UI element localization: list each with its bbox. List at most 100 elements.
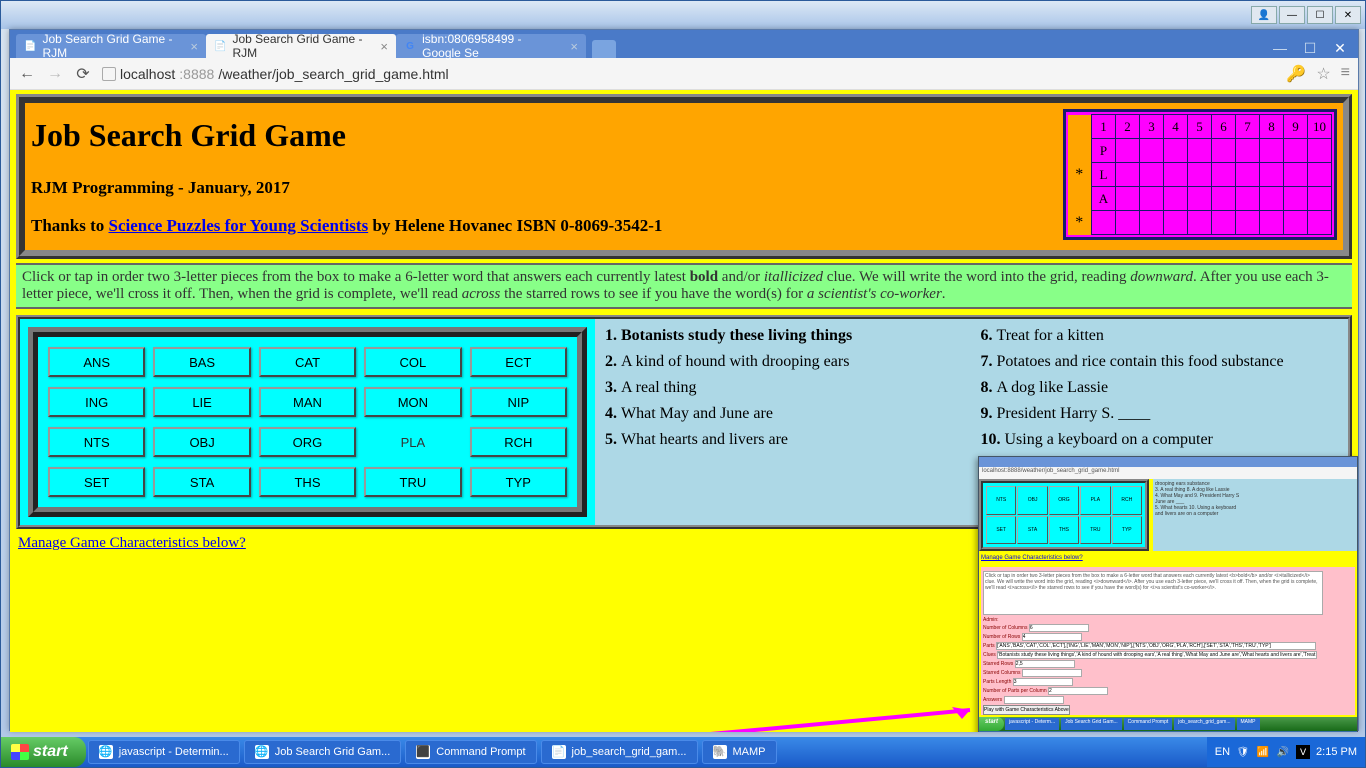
star-icon[interactable]: ☆ — [1316, 64, 1330, 84]
word-part-button[interactable]: NIP — [470, 387, 567, 417]
word-part-button[interactable]: RCH — [470, 427, 567, 457]
grid-cell[interactable] — [1236, 139, 1260, 163]
grid-cell[interactable] — [1260, 211, 1284, 235]
grid-cell[interactable] — [1116, 139, 1140, 163]
taskbar-item[interactable]: 🌐javascript - Determin... — [88, 740, 240, 764]
word-part-button[interactable]: ORG — [259, 427, 356, 457]
reload-button[interactable]: ⟳ — [74, 64, 92, 84]
start-button[interactable]: start — [1, 737, 86, 767]
grid-cell[interactable] — [1092, 211, 1116, 235]
grid-cell[interactable] — [1308, 187, 1332, 211]
grid-cell[interactable]: L — [1092, 163, 1116, 187]
browser-tab[interactable]: G isbn:0806958499 - Google Se × — [396, 34, 586, 58]
grid-cell[interactable] — [1260, 139, 1284, 163]
taskbar-item[interactable]: 📄job_search_grid_gam... — [541, 740, 698, 764]
grid-cell[interactable]: A — [1092, 187, 1116, 211]
word-part-button[interactable]: ECT — [470, 347, 567, 377]
word-part-button[interactable]: ING — [48, 387, 145, 417]
word-part-button[interactable]: STA — [153, 467, 250, 497]
app-tray-icon[interactable]: Ⅴ — [1296, 745, 1310, 759]
grid-cell[interactable] — [1140, 211, 1164, 235]
grid-cell[interactable] — [1212, 139, 1236, 163]
thanks-link[interactable]: Science Puzzles for Young Scientists — [108, 216, 368, 235]
os-close-button[interactable]: ✕ — [1335, 6, 1361, 24]
grid-cell[interactable] — [1188, 139, 1212, 163]
grid-cell[interactable] — [1308, 163, 1332, 187]
word-part-button[interactable]: BAS — [153, 347, 250, 377]
site-info-icon[interactable] — [102, 67, 116, 81]
grid-cell[interactable] — [1140, 139, 1164, 163]
grid-cell[interactable]: P — [1092, 139, 1116, 163]
grid-cell[interactable] — [1116, 187, 1140, 211]
taskbar-item[interactable]: ⬛Command Prompt — [405, 740, 536, 764]
browser-tab-active[interactable]: 📄 Job Search Grid Game - RJM × — [206, 34, 396, 58]
grid-cell[interactable] — [1260, 187, 1284, 211]
grid-cell[interactable] — [1236, 187, 1260, 211]
grid-cell[interactable] — [1284, 139, 1308, 163]
word-part-button[interactable]: MAN — [259, 387, 356, 417]
word-part-button[interactable]: ANS — [48, 347, 145, 377]
word-part-button[interactable]: SET — [48, 467, 145, 497]
grid-cell[interactable] — [1260, 163, 1284, 187]
grid-cell[interactable] — [1236, 163, 1260, 187]
grid-cell[interactable] — [1140, 163, 1164, 187]
grid-cell[interactable] — [1188, 211, 1212, 235]
forward-button[interactable]: → — [46, 65, 64, 83]
word-part-button[interactable]: COL — [364, 347, 461, 377]
browser-maximize-button[interactable]: ☐ — [1296, 38, 1324, 58]
close-icon[interactable]: × — [380, 39, 388, 54]
grid-cell[interactable] — [1164, 139, 1188, 163]
grid-cell[interactable] — [1212, 211, 1236, 235]
grid-cell[interactable] — [1188, 187, 1212, 211]
menu-icon[interactable]: ≡ — [1341, 64, 1350, 84]
word-part-button[interactable]: NTS — [48, 427, 145, 457]
browser-close-button[interactable]: ✕ — [1326, 38, 1354, 58]
grid-cell[interactable] — [1236, 211, 1260, 235]
word-part-button[interactable]: TRU — [364, 467, 461, 497]
language-indicator[interactable]: EN — [1215, 746, 1230, 758]
network-icon[interactable]: 📶 — [1256, 745, 1270, 759]
os-maximize-button[interactable]: ☐ — [1307, 6, 1333, 24]
grid-cell[interactable] — [1308, 139, 1332, 163]
volume-icon[interactable]: 🔊 — [1276, 745, 1290, 759]
word-part-button[interactable]: MON — [364, 387, 461, 417]
grid-cell[interactable] — [1164, 163, 1188, 187]
back-button[interactable]: ← — [18, 65, 36, 83]
overlay-num-rows — [1022, 633, 1082, 641]
close-icon[interactable]: × — [190, 39, 198, 54]
tab-title: Job Search Grid Game - RJM — [42, 32, 180, 60]
grid-cell[interactable] — [1164, 211, 1188, 235]
key-icon[interactable]: 🔑 — [1286, 64, 1306, 84]
grid-cell[interactable] — [1164, 187, 1188, 211]
grid-cell[interactable] — [1188, 163, 1212, 187]
os-minimize-button[interactable]: — — [1279, 6, 1305, 24]
system-tray[interactable]: EN 🛡 📶 🔊 Ⅴ 2:15 PM — [1207, 737, 1365, 767]
word-part-button[interactable]: LIE — [153, 387, 250, 417]
grid-cell[interactable] — [1140, 187, 1164, 211]
browser-minimize-button[interactable]: — — [1266, 38, 1294, 58]
grid-cell[interactable] — [1284, 163, 1308, 187]
grid-cell[interactable] — [1284, 187, 1308, 211]
grid-cell[interactable] — [1284, 211, 1308, 235]
taskbar-item[interactable]: 🌐Job Search Grid Gam... — [244, 740, 402, 764]
word-part-button[interactable]: TYP — [470, 467, 567, 497]
word-part-button[interactable]: CAT — [259, 347, 356, 377]
close-icon[interactable]: × — [570, 39, 578, 54]
grid-cell[interactable] — [1116, 163, 1140, 187]
grid-cell[interactable] — [1116, 211, 1140, 235]
new-tab-button[interactable] — [592, 40, 616, 58]
grid-cell[interactable] — [1212, 187, 1236, 211]
grid-cell[interactable] — [1212, 163, 1236, 187]
browser-tab[interactable]: 📄 Job Search Grid Game - RJM × — [16, 34, 206, 58]
clock[interactable]: 2:15 PM — [1316, 746, 1357, 758]
user-icon[interactable]: 👤 — [1251, 6, 1277, 24]
taskbar-item[interactable]: 🐘MAMP — [702, 740, 777, 764]
shield-icon[interactable]: 🛡 — [1236, 745, 1250, 759]
word-part-button[interactable]: THS — [259, 467, 356, 497]
word-part-button[interactable]: OBJ — [153, 427, 250, 457]
taskbar-item-icon: 🌐 — [99, 745, 113, 759]
manage-characteristics-link[interactable]: Manage Game Characteristics below? — [18, 535, 246, 551]
overlay-part: OBJ — [1017, 486, 1047, 515]
url-field[interactable]: localhost:8888/weather/job_search_grid_g… — [102, 66, 1276, 82]
grid-cell[interactable] — [1308, 211, 1332, 235]
